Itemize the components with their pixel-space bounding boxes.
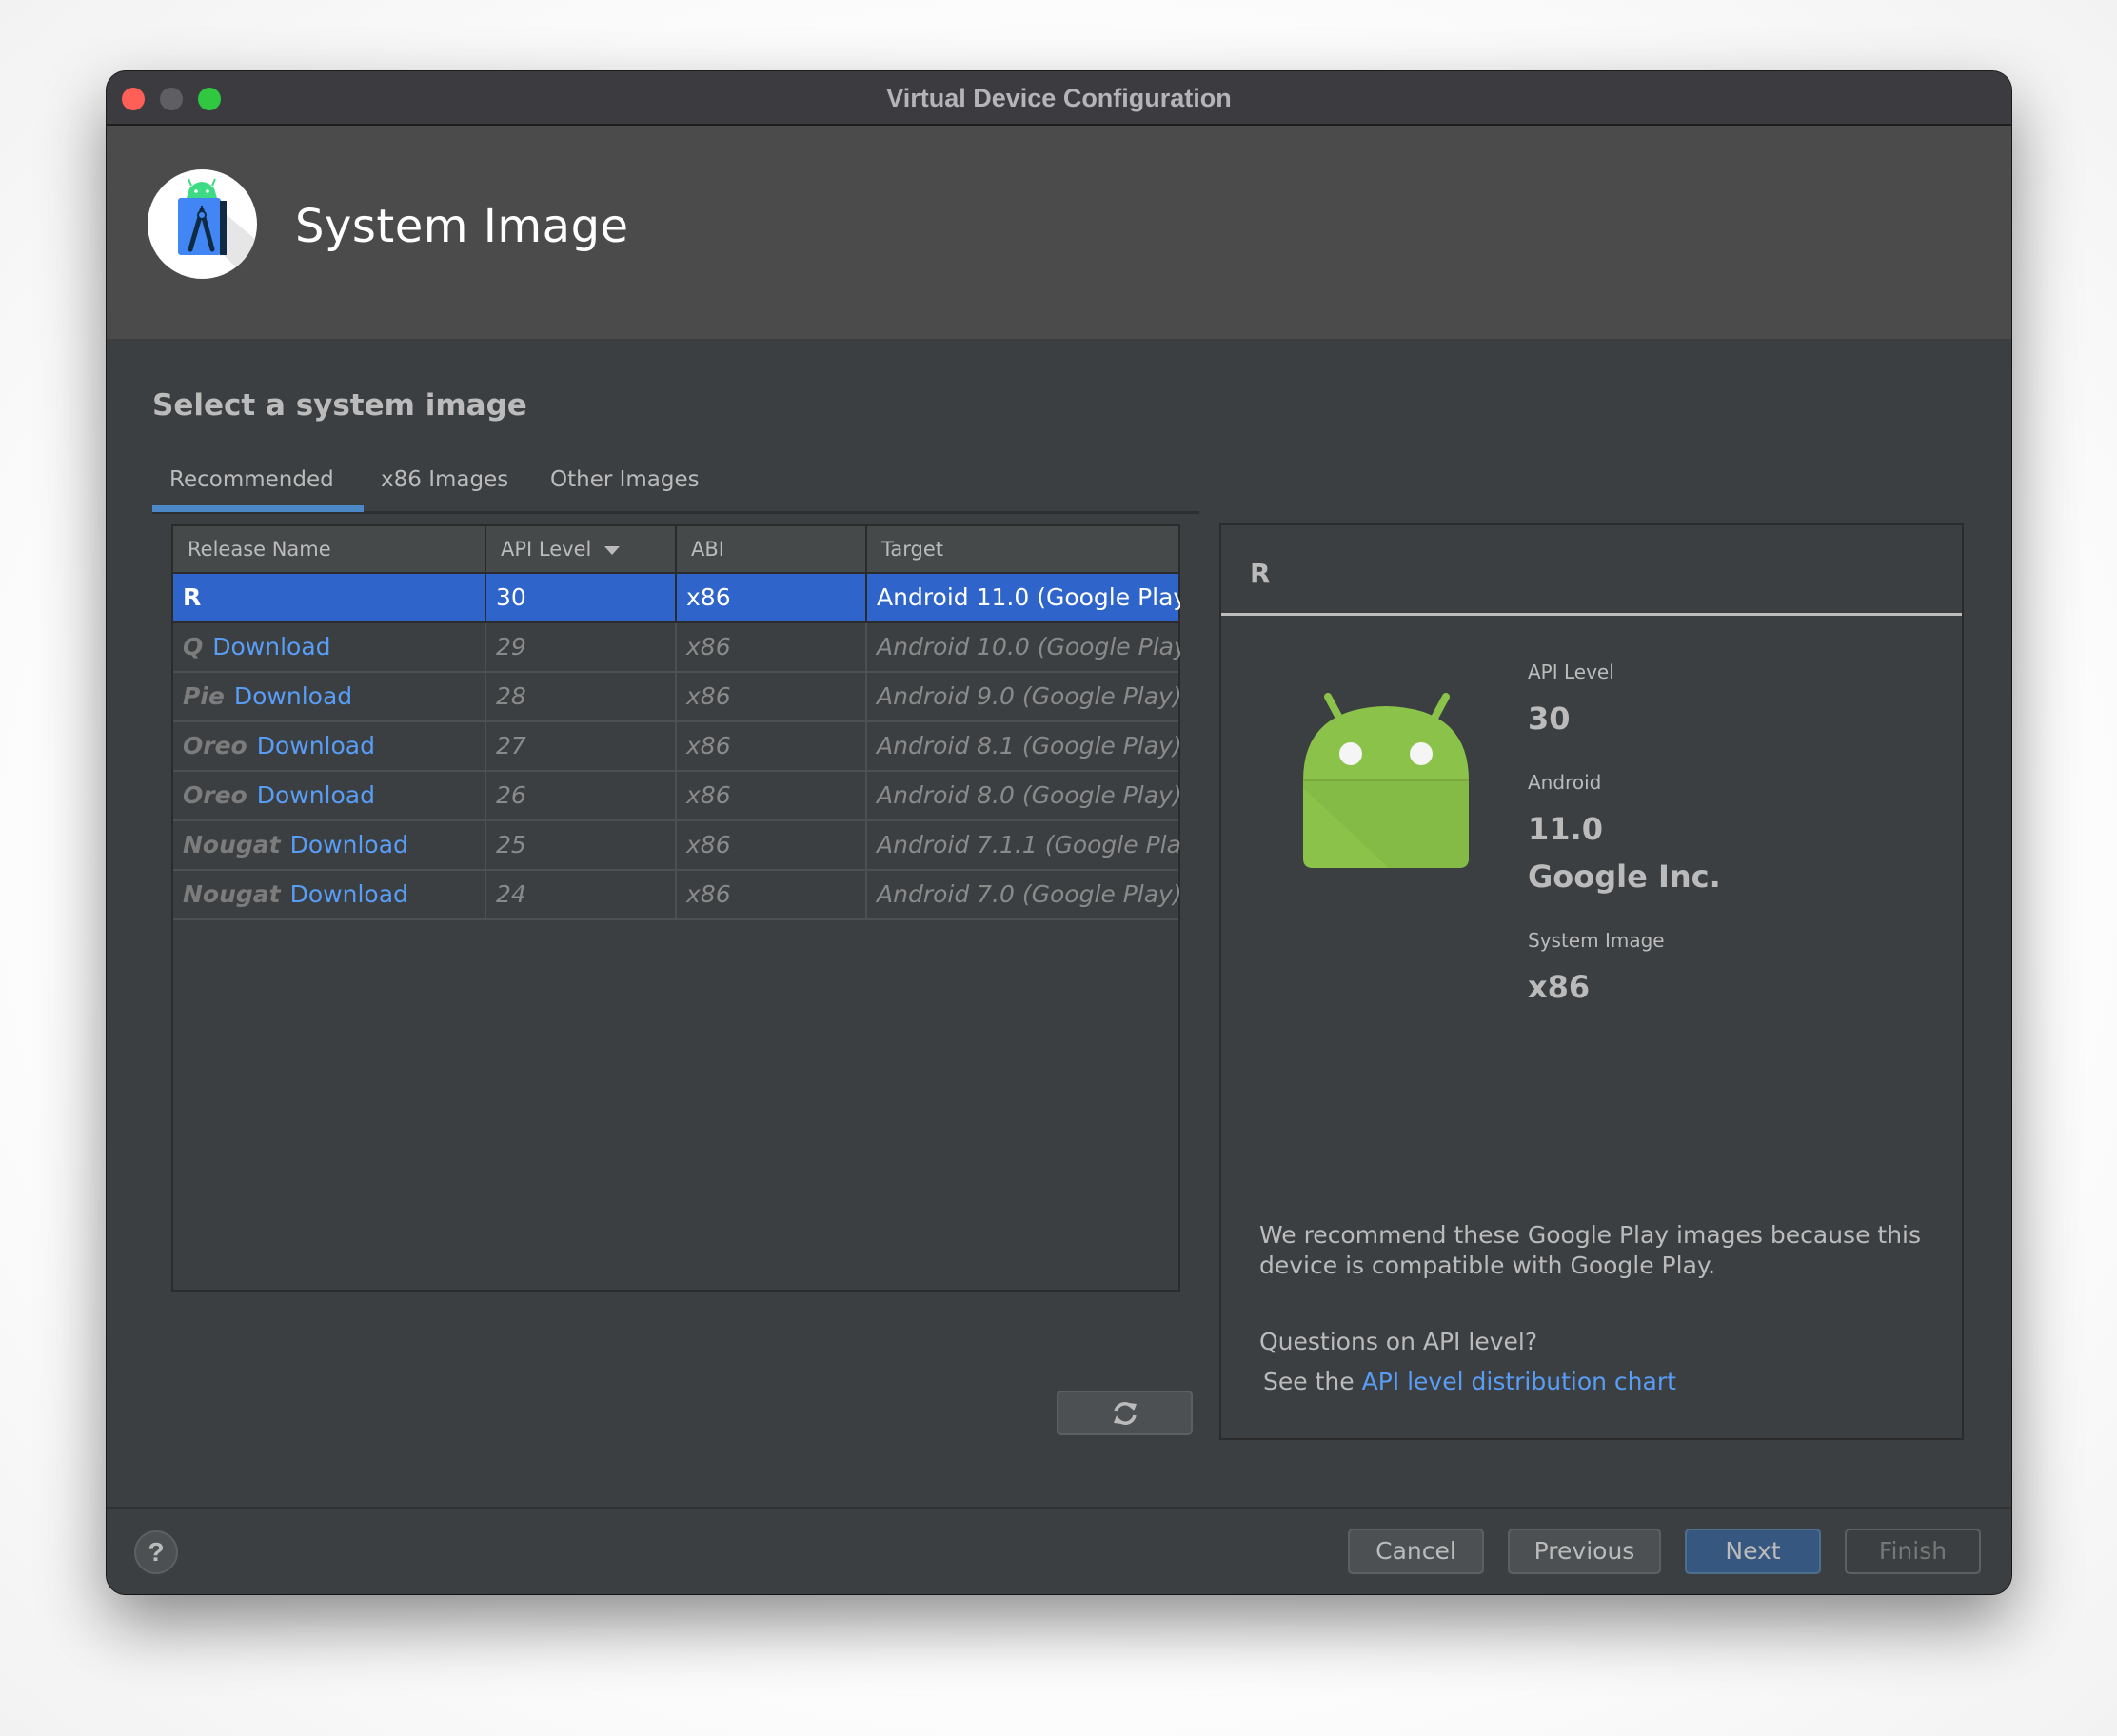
virtual-device-configuration-window: Virtual Device Configuration System Imag… <box>107 71 2011 1594</box>
abi-cell: x86 <box>677 821 867 869</box>
api-level-label: API Level <box>1528 661 1614 683</box>
see-chart-line: See the API level distribution chart <box>1263 1368 1676 1395</box>
wizard-step-title: System Image <box>295 200 629 253</box>
release-name: Nougat <box>183 880 281 908</box>
release-name-cell: Oreo Download <box>173 722 486 770</box>
table-row[interactable]: Oreo Download 27 x86 Android 8.1 (Google Pla… <box>173 722 1180 772</box>
column-header-release-name[interactable]: Release Name <box>173 526 486 572</box>
download-link[interactable]: Download <box>290 831 408 858</box>
cancel-button[interactable]: Cancel <box>1348 1529 1484 1574</box>
column-label: ABI <box>691 538 724 561</box>
sort-descending-icon <box>604 545 621 555</box>
tab-x86-images[interactable]: x86 Images <box>381 467 508 492</box>
recommendation-text: We recommend these Google Play images be… <box>1259 1221 1922 1279</box>
api-level-cell: 30 <box>486 574 677 621</box>
release-name: Nougat <box>183 831 281 858</box>
target-cell: Android 10.0 (Google Play) <box>877 633 1180 661</box>
wizard-content: Select a system image Recommended x86 Im… <box>107 339 2011 1507</box>
refresh-icon <box>1114 1402 1137 1425</box>
release-name-cell: Nougat Download <box>173 871 486 918</box>
download-link[interactable]: Download <box>290 880 408 908</box>
release-name: Oreo <box>183 781 247 809</box>
api-level-cell: 25 <box>486 821 677 869</box>
download-link[interactable]: Download <box>234 682 352 710</box>
column-label: Release Name <box>188 538 331 561</box>
release-name-cell: Pie Download <box>173 673 486 720</box>
finish-button[interactable]: Finish <box>1845 1529 1981 1574</box>
api-level-distribution-chart-link[interactable]: API level distribution chart <box>1362 1368 1676 1395</box>
release-name-cell: Oreo Download <box>173 772 486 819</box>
target-cell: Android 11.0 (Google Play) <box>877 583 1180 611</box>
tab-other-images[interactable]: Other Images <box>550 467 700 492</box>
see-the-text: See the <box>1263 1368 1355 1395</box>
abi-cell: x86 <box>677 623 867 671</box>
tab-recommended[interactable]: Recommended <box>169 467 334 492</box>
system-image-table: Release Name API Level ABI Target R 30 x86… <box>171 524 1180 1292</box>
detail-release-name: R <box>1250 558 1271 589</box>
api-level-cell: 24 <box>486 871 677 918</box>
abi-cell: x86 <box>677 574 867 621</box>
api-level-cell: 26 <box>486 772 677 819</box>
column-label: Target <box>881 538 943 561</box>
section-title: Select a system image <box>152 388 527 423</box>
release-name: Pie <box>183 682 225 710</box>
api-level-cell: 28 <box>486 673 677 720</box>
release-name-cell: Nougat Download <box>173 821 486 869</box>
image-detail-panel: R API Level 30 Android 11.0 Google Inc. … <box>1219 523 1964 1440</box>
download-link[interactable]: Download <box>212 633 330 661</box>
table-row[interactable]: Nougat Download 24 x86 Android 7.0 (Google P… <box>173 871 1180 920</box>
image-tabs: Recommended x86 Images Other Images <box>152 441 1199 514</box>
android-robot-icon <box>1303 693 1469 868</box>
vendor-value: Google Inc. <box>1528 858 1721 895</box>
release-name: Oreo <box>183 732 247 760</box>
release-name-cell: Q Download <box>173 623 486 671</box>
table-row[interactable]: Pie Download 28 x86 Android 9.0 (Google Play… <box>173 673 1180 722</box>
title-bar: Virtual Device Configuration <box>107 71 2011 126</box>
active-tab-indicator <box>152 505 364 512</box>
api-level-cell: 27 <box>486 722 677 770</box>
next-button[interactable]: Next <box>1685 1529 1821 1574</box>
detail-divider <box>1221 613 1962 616</box>
target-cell: Android 8.0 (Google Play) <box>877 781 1180 809</box>
download-link[interactable]: Download <box>257 732 375 760</box>
api-level-cell: 29 <box>486 623 677 671</box>
column-label: API Level <box>501 538 592 561</box>
refresh-button[interactable] <box>1057 1391 1193 1435</box>
api-level-value: 30 <box>1528 700 1571 737</box>
abi-cell: x86 <box>677 673 867 720</box>
android-label: Android <box>1528 771 1602 794</box>
api-question-text: Questions on API level? <box>1259 1328 1538 1355</box>
target-cell: Android 8.1 (Google Play) <box>877 732 1180 760</box>
abi-cell: x86 <box>677 722 867 770</box>
table-row[interactable]: Oreo Download 26 x86 Android 8.0 (Google Pla… <box>173 772 1180 821</box>
table-row[interactable]: Q Download 29 x86 Android 10.0 (Google Play) <box>173 623 1180 673</box>
system-image-label: System Image <box>1528 929 1665 952</box>
window-title: Virtual Device Configuration <box>886 84 1232 112</box>
help-button[interactable]: ? <box>134 1530 178 1574</box>
wizard-header: System Image <box>107 126 2011 339</box>
table-row[interactable]: Nougat Download 25 x86 Android 7.1.1 (Google… <box>173 821 1180 871</box>
android-studio-logo-icon <box>148 169 257 279</box>
target-cell: Android 7.0 (Google Play) <box>877 880 1180 908</box>
previous-button[interactable]: Previous <box>1508 1529 1661 1574</box>
column-header-target[interactable]: Target <box>867 526 1180 572</box>
abi-cell: x86 <box>677 871 867 918</box>
target-cell: Android 7.1.1 (Google Play) <box>877 831 1180 858</box>
wizard-footer: ? Cancel Previous Next Finish <box>107 1507 2011 1594</box>
download-link[interactable]: Download <box>257 781 375 809</box>
android-version-value: 11.0 <box>1528 811 1603 847</box>
column-header-api-level[interactable]: API Level <box>486 526 677 572</box>
column-header-abi[interactable]: ABI <box>677 526 867 572</box>
target-cell: Android 9.0 (Google Play) <box>877 682 1180 710</box>
table-row[interactable]: R 30 x86 Android 11.0 (Google Play) <box>173 574 1180 623</box>
table-header: Release Name API Level ABI Target <box>173 526 1178 574</box>
abi-cell: x86 <box>677 772 867 819</box>
release-name: Q <box>183 633 204 661</box>
release-name-cell: R <box>173 574 486 621</box>
release-name: R <box>183 583 202 611</box>
system-image-value: x86 <box>1528 969 1591 1005</box>
